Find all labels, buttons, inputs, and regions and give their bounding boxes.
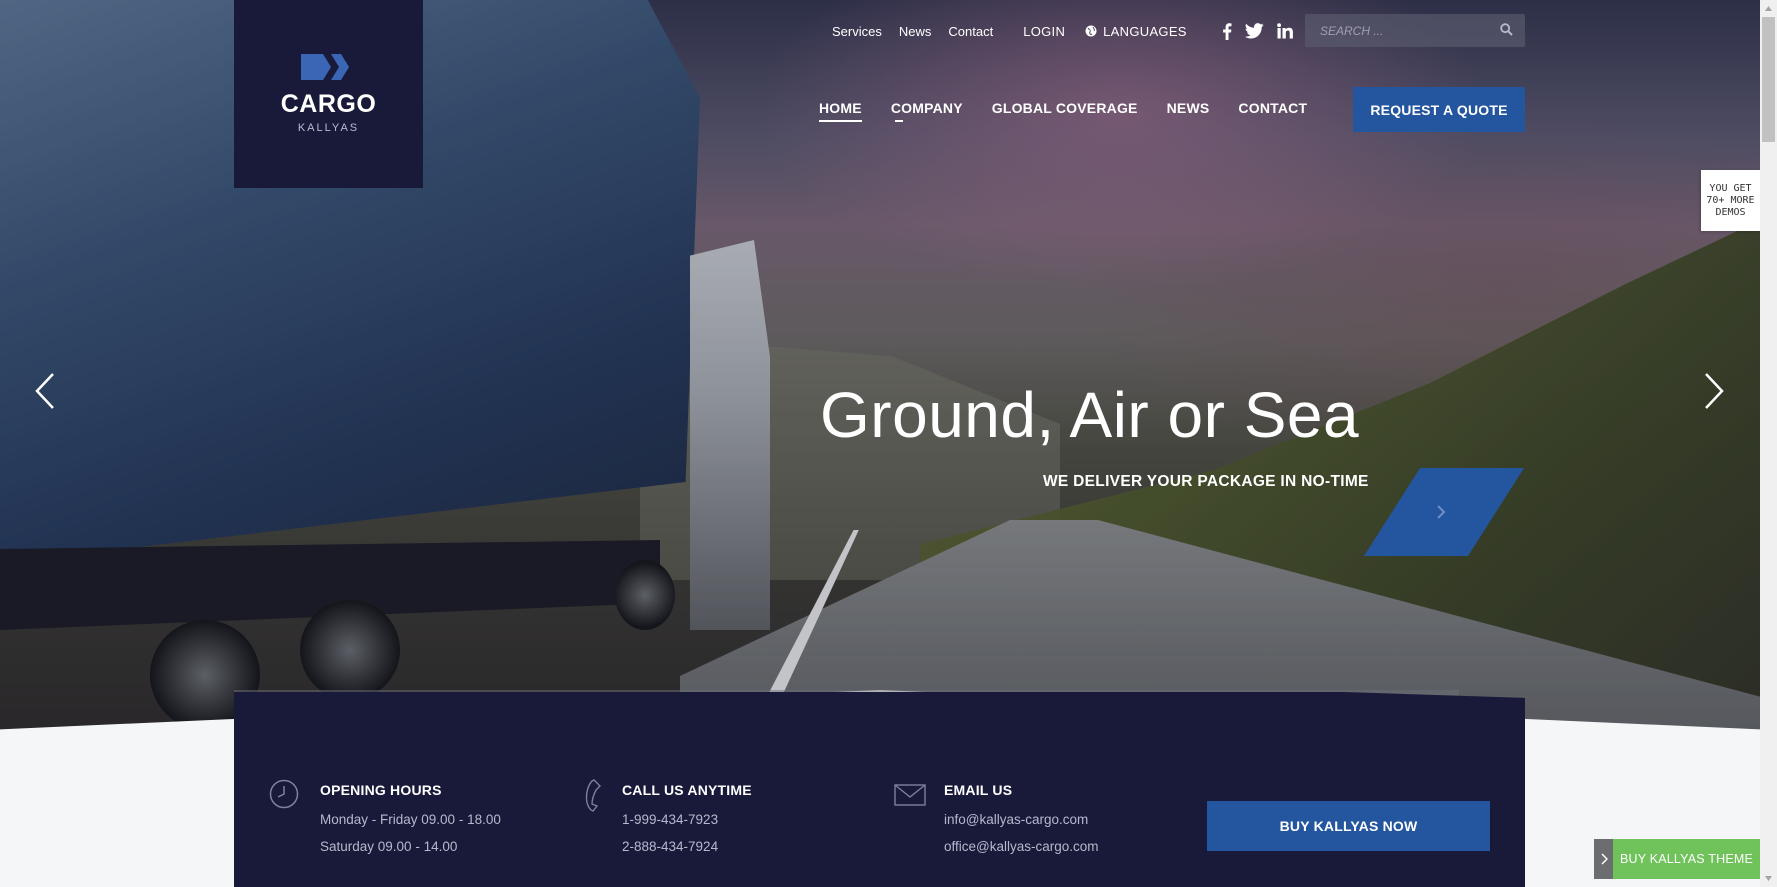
theme-tab-toggle[interactable] xyxy=(1594,839,1613,879)
slider-next-arrow[interactable] xyxy=(1702,371,1726,411)
top-link-news[interactable]: News xyxy=(899,24,932,39)
buy-theme-label[interactable]: BUY KALLYAS THEME xyxy=(1613,839,1760,879)
call-us-block: CALL US ANYTIME 1-999-434-7923 2-888-434… xyxy=(622,782,752,854)
phone-number[interactable]: 2-888-434-7924 xyxy=(622,839,752,854)
languages-label: LANGUAGES xyxy=(1103,23,1187,39)
social-links xyxy=(1222,22,1306,40)
scrollbar-thumb[interactable] xyxy=(1762,17,1775,142)
logo-title: CARGO xyxy=(280,90,377,118)
phone-icon xyxy=(585,779,601,812)
scroll-up-arrow-icon[interactable] xyxy=(1760,0,1777,17)
nav-item-company[interactable]: COMPANY xyxy=(891,100,963,122)
logo-subtitle: KALLYAS xyxy=(297,122,360,134)
search-icon[interactable] xyxy=(1500,23,1513,41)
site-logo[interactable]: CARGO KALLYAS xyxy=(234,0,423,188)
search-input[interactable] xyxy=(1305,23,1485,38)
main-nav: HOME COMPANY GLOBAL COVERAGE NEWS CONTAC… xyxy=(819,100,1336,122)
email-address[interactable]: info@kallyas-cargo.com xyxy=(944,812,1099,827)
email-block: EMAIL US info@kallyas-cargo.com office@k… xyxy=(944,782,1099,854)
nav-item-contact[interactable]: CONTACT xyxy=(1238,100,1307,116)
clock-icon xyxy=(269,779,299,809)
call-us-title: CALL US ANYTIME xyxy=(622,782,752,798)
buy-theme-tab[interactable]: BUY KALLYAS THEME xyxy=(1594,839,1760,879)
buy-kallyas-button[interactable]: BUY KALLYAS NOW xyxy=(1207,801,1490,851)
nav-item-home[interactable]: HOME xyxy=(819,100,862,122)
nav-item-global-coverage[interactable]: GLOBAL COVERAGE xyxy=(992,100,1138,116)
top-link-services[interactable]: Services xyxy=(832,24,882,39)
opening-hours-block: OPENING HOURS Monday - Friday 09.00 - 18… xyxy=(320,782,501,854)
chevron-right-icon xyxy=(1437,505,1446,519)
top-bar: Services News Contact LOGIN LANGUAGES xyxy=(832,21,1306,41)
demos-line: DEMOS xyxy=(1715,207,1746,218)
demos-line: 70+ MORE xyxy=(1706,195,1755,206)
linkedin-icon[interactable] xyxy=(1276,23,1293,39)
phone-number[interactable]: 1-999-434-7923 xyxy=(622,812,752,827)
envelope-icon xyxy=(894,784,926,806)
chevron-right-icon xyxy=(1600,853,1608,865)
request-quote-button[interactable]: REQUEST A QUOTE xyxy=(1353,87,1525,132)
nav-item-news[interactable]: NEWS xyxy=(1167,100,1210,116)
slider-prev-arrow[interactable] xyxy=(33,371,57,411)
email-address[interactable]: office@kallyas-cargo.com xyxy=(944,839,1099,854)
opening-hours-line: Saturday 09.00 - 14.00 xyxy=(320,839,458,854)
logo-arrows-icon xyxy=(300,54,349,80)
email-title: EMAIL US xyxy=(944,782,1013,798)
search-box xyxy=(1305,14,1525,47)
facebook-icon[interactable] xyxy=(1222,22,1232,40)
chevron-right-icon xyxy=(1705,373,1724,409)
languages-menu[interactable]: LANGUAGES xyxy=(1085,24,1187,39)
login-link[interactable]: LOGIN xyxy=(1023,24,1065,39)
opening-hours-title: OPENING HOURS xyxy=(320,782,442,798)
opening-hours-line: Monday - Friday 09.00 - 18.00 xyxy=(320,812,501,827)
scroll-down-arrow-icon[interactable] xyxy=(1760,870,1777,887)
globe-icon xyxy=(1085,25,1097,37)
slide-title: Ground, Air or Sea xyxy=(820,379,1360,451)
slide-subtitle: WE DELIVER YOUR PACKAGE IN NO-TIME xyxy=(1043,473,1369,490)
twitter-icon[interactable] xyxy=(1244,23,1264,39)
demos-line: YOU GET xyxy=(1709,183,1752,194)
top-link-contact[interactable]: Contact xyxy=(948,24,993,39)
chevron-left-icon xyxy=(35,373,54,409)
more-demos-tag[interactable]: YOU GET 70+ MORE DEMOS xyxy=(1701,170,1760,231)
